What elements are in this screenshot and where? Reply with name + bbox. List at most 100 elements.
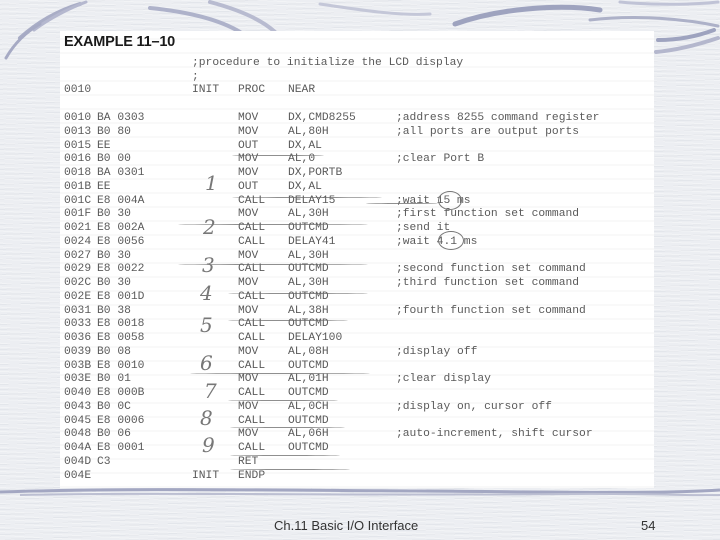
row-machine-code: B0 08 <box>97 345 131 358</box>
row-machine-code: E8 004A <box>97 194 145 207</box>
handwritten-step-number: 7 <box>204 379 217 403</box>
row-machine-code: EE <box>97 180 111 193</box>
row-operand: DX,PORTB <box>288 167 343 179</box>
row-machine-code: E8 000B <box>97 387 145 399</box>
decorative-swoosh-bottom <box>0 488 720 497</box>
row-address: 0048 <box>64 428 92 441</box>
row-comment: ;auto-increment, shift cursor <box>396 428 593 441</box>
row-comment: ;second function set command <box>396 263 586 276</box>
row-operand: DX,AL <box>288 180 322 193</box>
footer-title: Ch.11 Basic I/O Interface <box>274 518 419 533</box>
row-operand: DELAY100 <box>288 332 343 344</box>
listing-comment-header: ;procedure to initialize the LCD display <box>192 57 464 69</box>
row-address: 0010 <box>64 112 92 124</box>
row-address: 001F <box>64 208 92 221</box>
row-comment: ;address 8255 command register <box>396 112 600 124</box>
proc-operand: NEAR <box>288 84 316 96</box>
row-address: 0040 <box>64 387 92 399</box>
row-machine-code: B0 00 <box>97 153 131 166</box>
row-opcode: OUT <box>238 139 259 152</box>
row-comment: ;third function set command <box>396 277 580 289</box>
row-opcode: MOV <box>238 345 259 358</box>
row-label: INIT <box>192 469 220 482</box>
row-address: 0016 <box>64 153 92 166</box>
row-comment: ;wait 4.1 ms <box>396 235 478 248</box>
row-operand: AL,0CH <box>288 400 329 413</box>
row-address: 0024 <box>64 235 92 248</box>
row-machine-code: E8 002A <box>97 222 145 234</box>
handwritten-underline <box>190 373 370 374</box>
row-machine-code: B0 38 <box>97 304 131 317</box>
row-machine-code: BA 0301 <box>97 167 145 179</box>
row-machine-code: E8 0010 <box>97 359 145 372</box>
row-address: 0043 <box>64 400 92 413</box>
row-address: 0013 <box>64 125 92 138</box>
row-operand: DX,AL <box>288 139 322 152</box>
row-opcode: MOV <box>238 277 259 289</box>
row-operand: AL,01H <box>288 373 329 386</box>
row-operand: OUTCMD <box>288 359 329 372</box>
row-comment: ;clear Port B <box>396 153 485 166</box>
handwritten-underline <box>232 197 382 198</box>
row-opcode: MOV <box>238 125 259 138</box>
row-operand: OUTCMD <box>288 263 329 276</box>
row-operand: AL,06H <box>288 428 329 441</box>
row-opcode: MOV <box>238 373 259 386</box>
row-operand: DELAY41 <box>288 235 336 248</box>
row-operand: OUTCMD <box>288 387 329 399</box>
example-listing-image: EXAMPLE 11–10 ;procedure to initialize t… <box>60 31 654 488</box>
row-address: 0039 <box>64 345 92 358</box>
row-machine-code: B0 06 <box>97 428 131 441</box>
row-machine-code: B0 30 <box>97 249 131 262</box>
row-address: 004E <box>64 469 92 482</box>
row-address: 004D <box>64 455 92 468</box>
row-opcode: OUT <box>238 180 259 193</box>
row-address: 0036 <box>64 332 92 344</box>
row-operand: DX,CMD8255 <box>288 112 356 124</box>
row-address: 0015 <box>64 139 92 152</box>
handwritten-step-number: 5 <box>200 313 213 337</box>
row-comment: ;all ports are output ports <box>396 125 580 138</box>
row-opcode: MOV <box>238 249 259 262</box>
row-opcode: CALL <box>238 235 266 248</box>
row-address: 0029 <box>64 263 92 276</box>
handwritten-circle-15 <box>438 191 462 210</box>
row-machine-code: BA 0303 <box>97 112 145 124</box>
row-operand: OUTCMD <box>288 414 329 427</box>
handwritten-underline <box>228 293 368 294</box>
row-address: 0021 <box>64 222 92 234</box>
example-title: EXAMPLE 11–10 <box>64 34 176 50</box>
row-address: 002C <box>64 277 92 289</box>
row-machine-code: E8 0058 <box>97 332 145 344</box>
handwritten-underline <box>228 320 348 321</box>
row-machine-code: E8 001D <box>97 290 145 303</box>
row-machine-code: E8 0006 <box>97 414 145 427</box>
row-address: 003E <box>64 373 92 386</box>
handwritten-underline <box>232 155 324 156</box>
row-comment: ;display on, cursor off <box>396 400 552 413</box>
row-comment: ;fourth function set command <box>396 304 586 317</box>
handwritten-step-number: 8 <box>200 406 213 430</box>
row-machine-code: B0 30 <box>97 277 131 289</box>
row-address: 001C <box>64 194 92 207</box>
row-operand: OUTCMD <box>288 442 329 454</box>
row-machine-code: B0 0C <box>97 400 131 413</box>
handwritten-step-number: 1 <box>205 171 218 195</box>
row-machine-code: EE <box>97 139 111 152</box>
proc-address: 0010 <box>64 84 92 96</box>
row-operand: AL,30H <box>288 249 329 262</box>
row-opcode: MOV <box>238 208 259 221</box>
row-address: 003B <box>64 359 92 372</box>
row-address: 004A <box>64 442 92 454</box>
row-opcode: MOV <box>238 167 259 179</box>
handwritten-underline <box>230 455 340 456</box>
row-opcode: MOV <box>238 428 259 441</box>
row-opcode: CALL <box>238 263 266 276</box>
decorative-swoosh-left <box>4 22 42 60</box>
row-machine-code: B0 80 <box>97 125 131 138</box>
handwritten-step-number: 6 <box>200 351 213 375</box>
handwritten-step-number: 4 <box>200 281 213 305</box>
row-operand: AL,80H <box>288 125 329 138</box>
row-opcode: MOV <box>238 304 259 317</box>
row-address: 0031 <box>64 304 92 317</box>
